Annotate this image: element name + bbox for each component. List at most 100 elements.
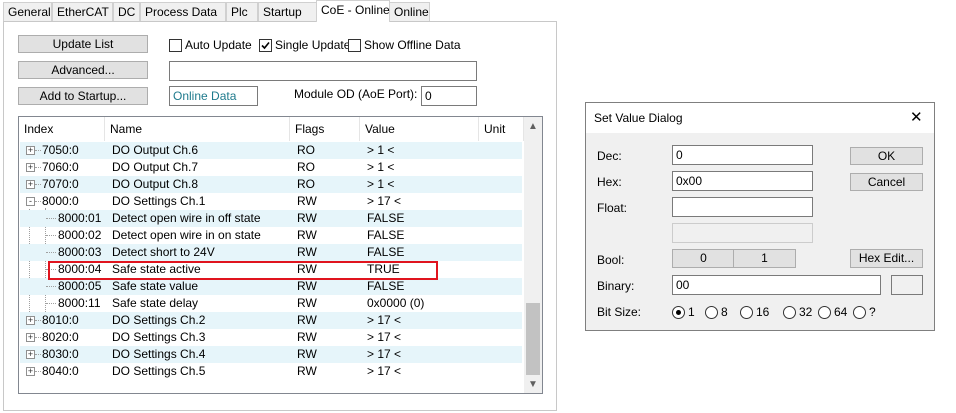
tree-connector: [46, 303, 56, 304]
expand-icon[interactable]: +: [26, 333, 35, 342]
ok-button[interactable]: OK: [850, 147, 923, 165]
float-input[interactable]: [672, 197, 813, 217]
binary-input[interactable]: 00: [672, 275, 881, 295]
row-value: > 1 <: [367, 160, 395, 174]
row-index: 8000:11: [58, 296, 101, 310]
single-update-label: Single Update: [275, 38, 351, 52]
expand-icon[interactable]: +: [26, 350, 35, 359]
hex-input[interactable]: 0x00: [672, 171, 813, 191]
add-to-startup-button[interactable]: Add to Startup...: [18, 87, 148, 105]
scrollbar-thumb[interactable]: [526, 303, 540, 375]
row-value: 0x0000 (0): [367, 296, 425, 310]
expand-icon[interactable]: +: [26, 180, 35, 189]
bit-size-label-64: 64: [834, 305, 848, 319]
row-name: DO Settings Ch.1: [112, 194, 206, 208]
table-row[interactable]: 8000:02 Detect open wire in on state RW FAL…: [20, 227, 522, 244]
dialog-title: Set Value Dialog: [594, 111, 683, 125]
row-index: 7070:0: [42, 177, 79, 191]
set-value-dialog: Set Value Dialog ✕ Dec: 0 Hex: 0x00 Floa…: [585, 102, 935, 331]
expand-icon[interactable]: +: [26, 367, 35, 376]
close-icon[interactable]: ✕: [910, 108, 923, 126]
bit-size-radio-1[interactable]: [672, 306, 685, 319]
module-od-input[interactable]: 0: [421, 86, 477, 106]
row-name: Safe state delay: [112, 296, 199, 310]
advanced-button[interactable]: Advanced...: [18, 61, 148, 79]
column-header-unit[interactable]: Unit: [479, 117, 524, 141]
dec-input[interactable]: 0: [672, 145, 813, 165]
disabled-field: [672, 223, 813, 243]
bit-size-radio-8[interactable]: [705, 306, 718, 319]
show-offline-data-checkbox[interactable]: [348, 39, 361, 52]
scroll-down-icon[interactable]: ▼: [524, 376, 542, 393]
row-value: FALSE: [367, 279, 405, 293]
row-flags: RW: [297, 296, 317, 310]
expand-icon[interactable]: +: [26, 163, 35, 172]
tab-process-data[interactable]: Process Data: [140, 2, 226, 22]
bit-size-radio-64[interactable]: [818, 306, 831, 319]
tree-connector: [46, 218, 56, 219]
row-value: > 17 <: [367, 313, 402, 327]
bit-size-radio-32[interactable]: [783, 306, 796, 319]
bit-size-radio-unknown[interactable]: [853, 306, 866, 319]
expand-icon[interactable]: +: [26, 146, 35, 155]
single-update-checkbox[interactable]: [259, 39, 272, 52]
expand-icon[interactable]: +: [26, 316, 35, 325]
table-row[interactable]: 8000:05 Safe state value RW FALSE: [20, 278, 522, 295]
table-row[interactable]: +8020:0 DO Settings Ch.3 RW > 17 <: [20, 329, 522, 346]
tab-online[interactable]: Online: [389, 2, 430, 22]
table-row[interactable]: +8040:0 DO Settings Ch.5 RW > 17 <: [20, 363, 522, 380]
table-row[interactable]: +7060:0 DO Output Ch.7 RO > 1 <: [20, 159, 522, 176]
tab-startup[interactable]: Startup: [258, 2, 317, 22]
dec-label: Dec:: [597, 149, 622, 163]
bit-size-radio-16[interactable]: [740, 306, 753, 319]
table-row[interactable]: +8030:0 DO Settings Ch.4 RW > 17 <: [20, 346, 522, 363]
collapse-icon[interactable]: -: [26, 197, 35, 206]
advanced-field[interactable]: [169, 61, 477, 81]
vertical-scrollbar[interactable]: ▲ ▼: [524, 117, 542, 393]
row-flags: RO: [297, 160, 315, 174]
tree-connector: [46, 252, 56, 253]
table-row[interactable]: 8000:11 Safe state delay RW 0x0000 (0): [20, 295, 522, 312]
tab-general[interactable]: General: [3, 2, 52, 22]
row-index: 8020:0: [42, 330, 79, 344]
table-row[interactable]: +8010:0 DO Settings Ch.2 RW > 17 <: [20, 312, 522, 329]
bit-size-label-1: 1: [688, 305, 695, 319]
object-dictionary-list[interactable]: Index Name Flags Value Unit +7050:0 DO Ou…: [18, 116, 543, 394]
row-name: Detect open wire in on state: [112, 228, 261, 242]
highlight-box: [48, 261, 438, 280]
scroll-up-icon[interactable]: ▲: [524, 118, 542, 135]
tab-coe-online[interactable]: CoE - Online: [316, 0, 390, 22]
tab-plc[interactable]: Plc: [226, 2, 258, 22]
tree-connector: [35, 184, 41, 185]
row-value: > 1 <: [367, 143, 395, 157]
row-index: 8030:0: [42, 347, 79, 361]
row-name: DO Settings Ch.4: [112, 347, 206, 361]
row-index: 7060:0: [42, 160, 79, 174]
row-index: 8000:01: [58, 211, 102, 225]
row-name: DO Output Ch.7: [112, 160, 199, 174]
hex-edit-button[interactable]: Hex Edit...: [850, 249, 923, 268]
float-label: Float:: [597, 201, 628, 215]
column-header-index[interactable]: Index: [19, 117, 105, 141]
column-header-flags[interactable]: Flags: [290, 117, 360, 141]
bit-size-label-unknown: ?: [869, 305, 876, 319]
table-row[interactable]: -8000:0 DO Settings Ch.1 RW > 17 <: [20, 193, 522, 210]
table-row[interactable]: +7070:0 DO Output Ch.8 RO > 1 <: [20, 176, 522, 193]
bit-size-label: Bit Size:: [597, 305, 642, 319]
table-row[interactable]: +7050:0 DO Output Ch.6 RO > 1 <: [20, 142, 522, 159]
tab-ethercat[interactable]: EtherCAT: [52, 2, 113, 22]
row-name: Safe state value: [112, 279, 199, 293]
row-flags: RO: [297, 143, 315, 157]
row-flags: RW: [297, 228, 317, 242]
auto-update-checkbox[interactable]: [169, 39, 182, 52]
bool-1-button[interactable]: 1: [733, 249, 796, 268]
update-list-button[interactable]: Update List: [18, 35, 148, 53]
table-row[interactable]: 8000:01 Detect open wire in off state RW FA…: [20, 210, 522, 227]
tab-dc[interactable]: DC: [113, 2, 140, 22]
tree-connector: [46, 235, 56, 236]
column-header-name[interactable]: Name: [105, 117, 290, 141]
table-row[interactable]: 8000:03 Detect short to 24V RW FALSE: [20, 244, 522, 261]
bool-0-button[interactable]: 0: [672, 249, 735, 268]
cancel-button[interactable]: Cancel: [850, 173, 923, 191]
column-header-value[interactable]: Value: [360, 117, 479, 141]
